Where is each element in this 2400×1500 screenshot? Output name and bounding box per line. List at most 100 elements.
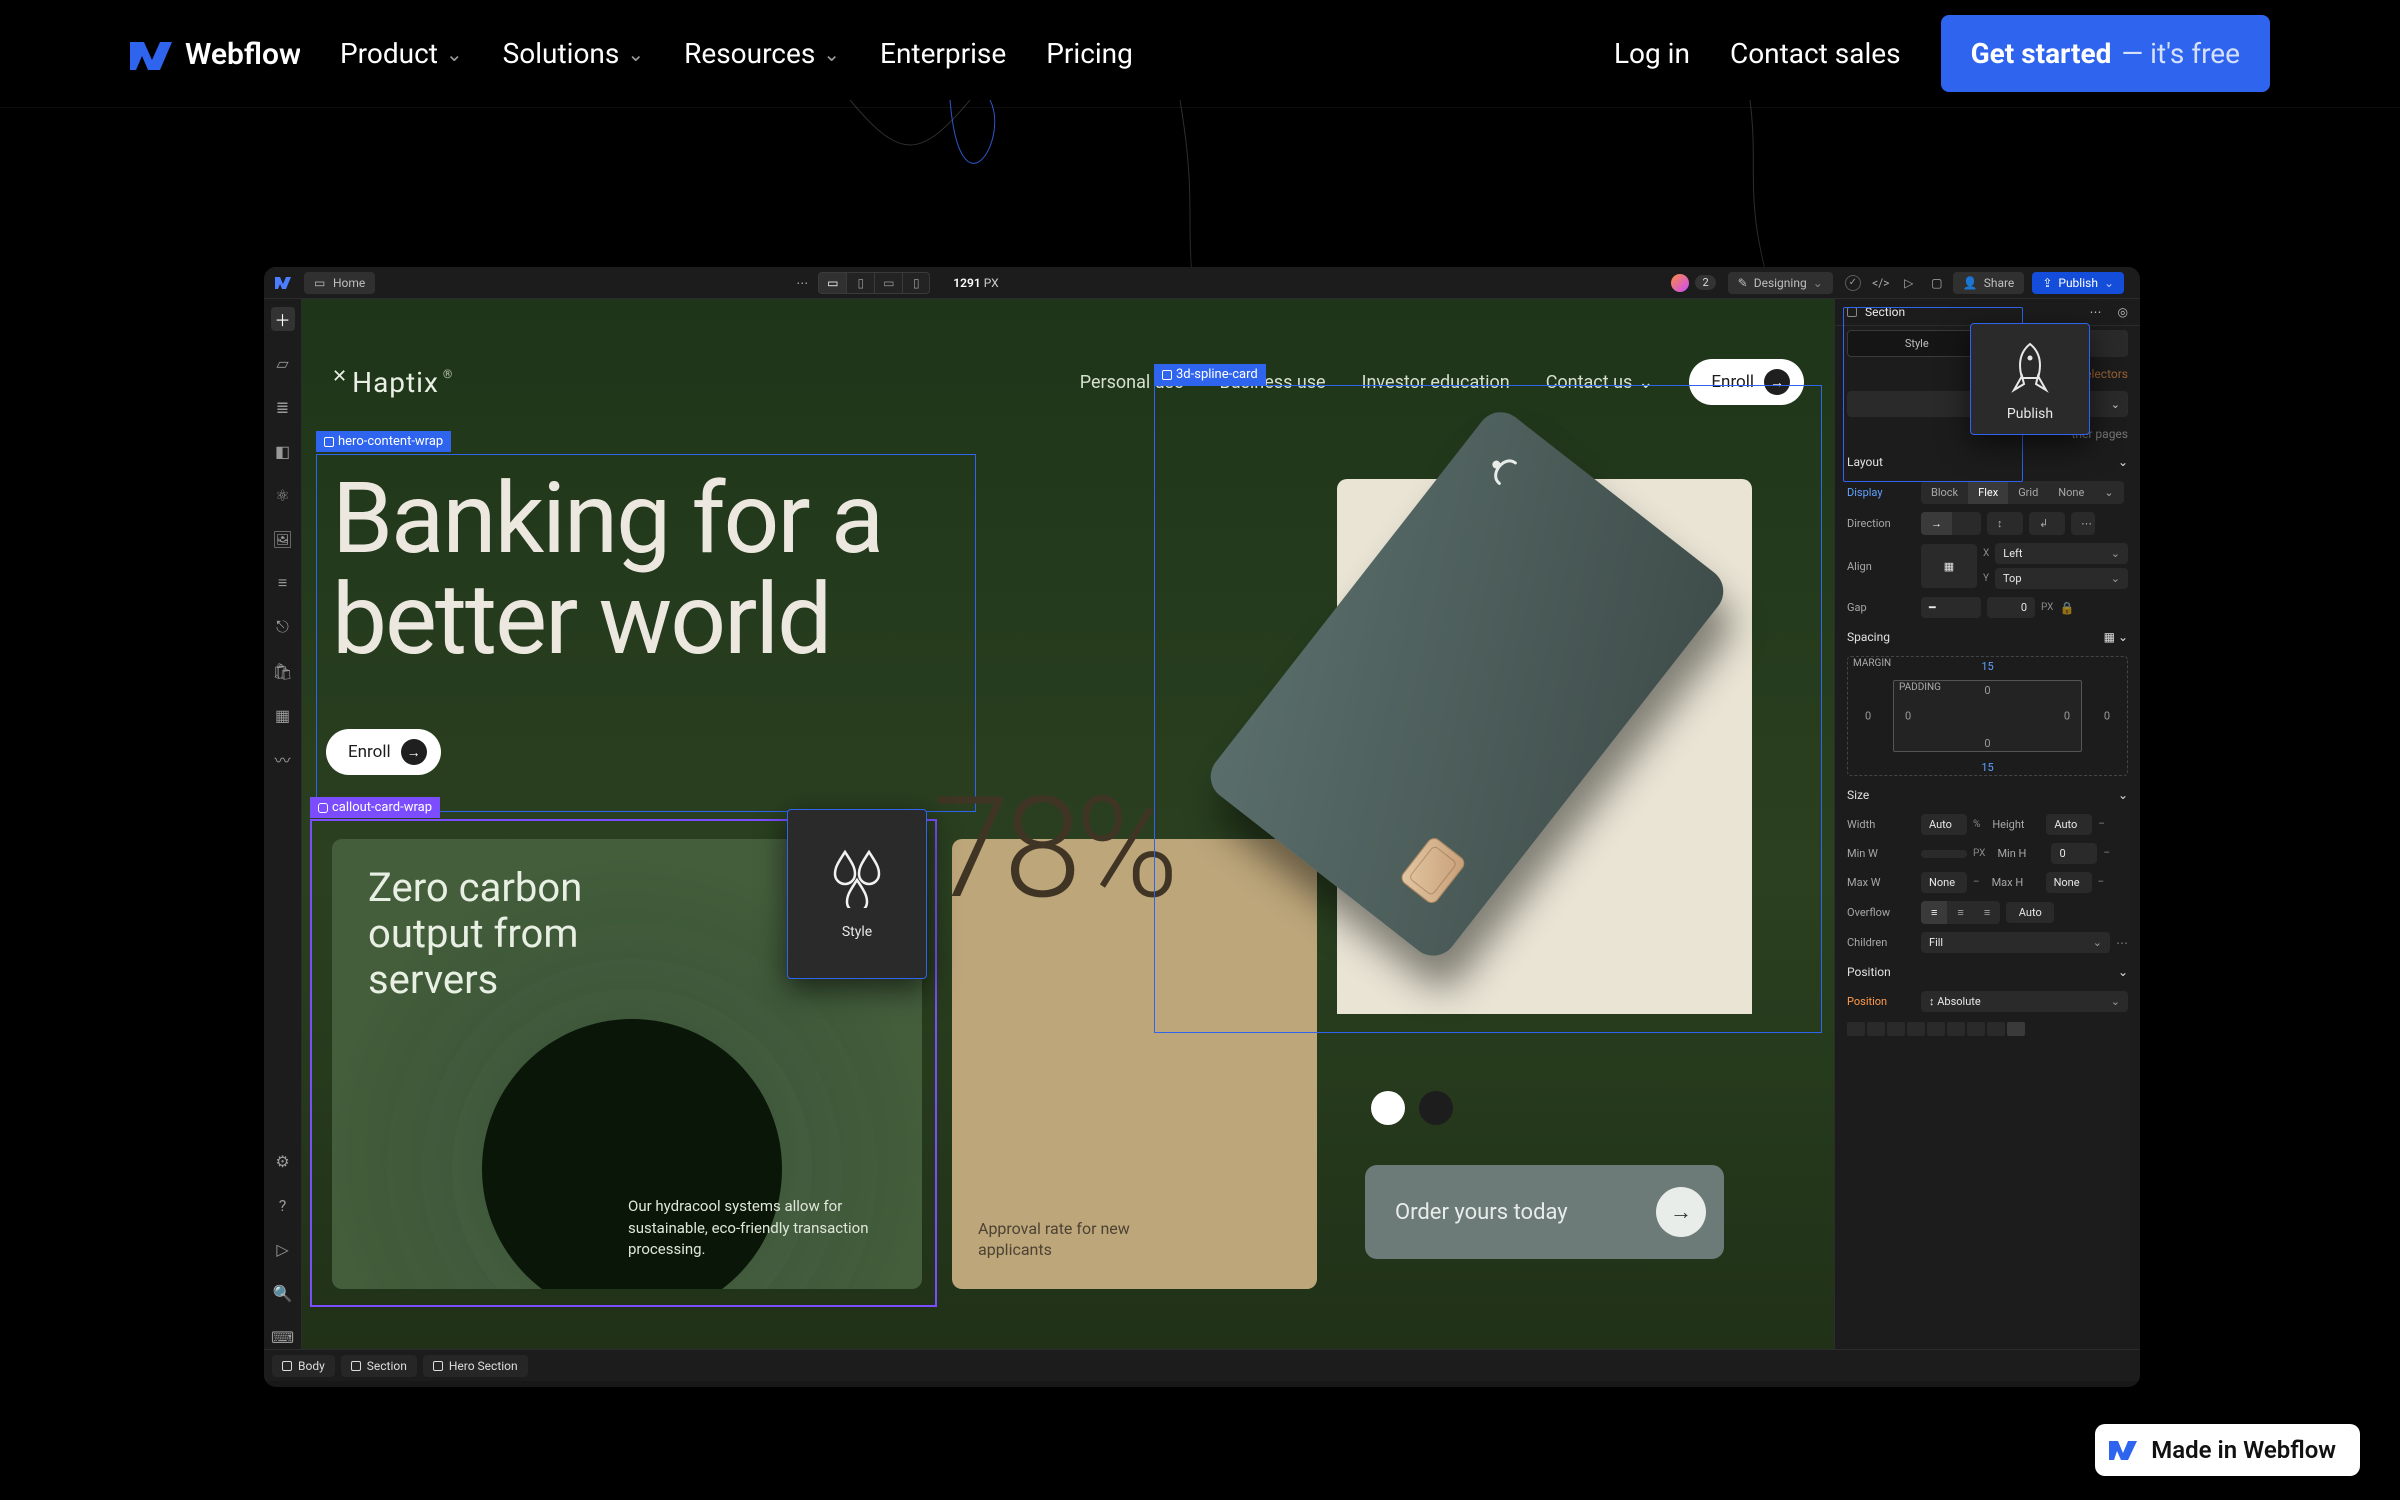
pos-preset[interactable]	[1927, 1022, 1945, 1036]
haptix-nav-investor[interactable]: Investor education	[1362, 372, 1510, 393]
audit-icon[interactable]: 〰	[271, 747, 295, 771]
pos-preset[interactable]	[1947, 1022, 1965, 1036]
enroll-button-top[interactable]: Enroll →	[1689, 359, 1804, 405]
order-cta-button[interactable]: Order yours today →	[1365, 1165, 1724, 1259]
share-button[interactable]: 👤 Share	[1953, 272, 2025, 294]
search-icon[interactable]: 🔍	[271, 1281, 295, 1305]
align-x[interactable]: Left ⌄	[1995, 543, 2128, 564]
add-icon[interactable]: ＋	[271, 307, 295, 331]
breadcrumb-hero[interactable]: Hero Section	[423, 1355, 528, 1377]
children-value[interactable]: Fill ⌄	[1921, 932, 2110, 953]
device-mobile-landscape-icon[interactable]: ▭	[874, 272, 902, 294]
spacing-mode-icon[interactable]: ▦	[2104, 630, 2115, 644]
apps-icon[interactable]: ▦	[271, 703, 295, 727]
pos-preset[interactable]	[1847, 1022, 1865, 1036]
device-mobile-icon[interactable]: ▯	[902, 272, 930, 294]
check-status-icon[interactable]: ✓	[1841, 272, 1865, 294]
pos-preset[interactable]	[1907, 1022, 1925, 1036]
contact-sales-link[interactable]: Contact sales	[1730, 37, 1901, 70]
ecommerce-icon[interactable]: 🛍	[271, 659, 295, 683]
pos-preset[interactable]	[1967, 1022, 1985, 1036]
collaborators[interactable]: 2	[1671, 274, 1715, 292]
gap-slider[interactable]: ━	[1921, 597, 1981, 618]
layout-section-header[interactable]: Layout⌄	[1835, 447, 2140, 477]
nav-item-product[interactable]: Product⌄	[340, 37, 463, 70]
mode-chip[interactable]: ✎ Designing ⌄	[1728, 272, 1833, 294]
settings-icon[interactable]: ⚙	[271, 1149, 295, 1173]
display-block[interactable]: Block	[1921, 481, 1968, 504]
cms-icon[interactable]: ≡	[271, 571, 295, 595]
more-icon[interactable]: ⋯	[2071, 512, 2095, 535]
keyboard-icon[interactable]: ⌨	[271, 1325, 295, 1349]
users-icon[interactable]: ⎋	[271, 615, 295, 639]
video-icon[interactable]: ▷	[271, 1237, 295, 1261]
pos-preset[interactable]	[1887, 1022, 1905, 1036]
gap-value[interactable]: 0	[1987, 597, 2035, 618]
tab-style[interactable]: Style	[1847, 330, 1987, 357]
pos-preset[interactable]	[2007, 1022, 2025, 1036]
width-value[interactable]: Auto	[1921, 814, 1967, 835]
hero-content-wrap-tag[interactable]: hero-content-wrap	[316, 431, 451, 452]
position-section-header[interactable]: Position⌄	[1835, 957, 2140, 987]
nav-item-enterprise[interactable]: Enterprise	[880, 37, 1006, 70]
breadcrumb-section[interactable]: Section	[341, 1355, 417, 1377]
brand-logo[interactable]: Webflow	[130, 34, 300, 74]
direction-row-icon[interactable]: →	[1921, 512, 1952, 535]
overflow-visible-icon[interactable]: ≡	[1921, 901, 1947, 924]
variables-icon[interactable]: ⚛	[271, 483, 295, 507]
components-icon[interactable]: ◧	[271, 439, 295, 463]
minw-value[interactable]	[1921, 850, 1967, 858]
enroll-button-hero[interactable]: Enroll →	[326, 729, 441, 775]
navigator-icon[interactable]: ≣	[271, 395, 295, 419]
help-icon[interactable]: ?	[271, 1193, 295, 1217]
maxh-value[interactable]: None	[2046, 872, 2092, 893]
maxw-value[interactable]: None	[1921, 872, 1967, 893]
spacing-section-header[interactable]: Spacing ▦ ⌄	[1835, 622, 2140, 652]
display-grid[interactable]: Grid	[2008, 481, 2048, 504]
breadcrumb-body[interactable]: Body	[272, 1355, 335, 1377]
pos-preset[interactable]	[1987, 1022, 2005, 1036]
spacing-box[interactable]: MARGIN PADDING 15 15 0 0 0 0 0 0	[1847, 656, 2128, 776]
spline-card-tag[interactable]: 3d-spline-card	[1154, 364, 1266, 385]
align-y[interactable]: Top ⌄	[1995, 568, 2128, 589]
haptix-brand[interactable]: ✕ Haptix ®	[332, 366, 453, 399]
home-chip[interactable]: ▭ Home	[304, 272, 375, 294]
minh-value[interactable]: 0	[2051, 843, 2097, 864]
overflow-auto[interactable]: Auto	[2006, 902, 2054, 923]
export-icon[interactable]: ▢	[1925, 272, 1949, 294]
more-icon[interactable]: ⋯	[2116, 936, 2128, 950]
code-icon[interactable]: </>	[1869, 272, 1893, 294]
preview-icon[interactable]: ▷	[1897, 272, 1921, 294]
login-link[interactable]: Log in	[1614, 37, 1690, 70]
pos-preset[interactable]	[1867, 1022, 1885, 1036]
align-grid[interactable]: ▦	[1921, 544, 1977, 588]
overflow-hidden-icon[interactable]: ≡	[1947, 901, 1973, 924]
wrap-icon[interactable]: ↲	[2029, 512, 2058, 535]
device-desktop-icon[interactable]: ▭	[818, 272, 846, 294]
more-icon[interactable]: ⋯	[790, 272, 814, 294]
justify-icon[interactable]: ↕	[1987, 512, 2013, 535]
display-more[interactable]: ⌄	[2094, 481, 2123, 504]
position-value[interactable]: ↕ Absolute ⌄	[1921, 991, 2128, 1012]
pages-icon[interactable]: ▱	[271, 351, 295, 375]
display-flex[interactable]: Flex	[1968, 481, 2008, 504]
nav-item-resources[interactable]: Resources⌄	[684, 37, 840, 70]
haptix-nav-contact[interactable]: Contact us ⌄	[1546, 372, 1654, 393]
swatch-white[interactable]	[1371, 1091, 1405, 1125]
more-icon[interactable]: ⋯	[2090, 305, 2102, 319]
assets-icon[interactable]: 🖼	[271, 527, 295, 551]
publish-button[interactable]: ⇪ Publish ⌄	[2032, 272, 2124, 294]
size-section-header[interactable]: Size⌄	[1835, 780, 2140, 810]
overflow-scroll-icon[interactable]: ≡	[1974, 901, 2000, 924]
device-tablet-icon[interactable]: ▯	[846, 272, 874, 294]
swatch-black[interactable]	[1419, 1091, 1453, 1125]
display-none[interactable]: None	[2048, 481, 2094, 504]
height-value[interactable]: Auto	[2046, 814, 2092, 835]
callout-card-wrap-tag[interactable]: callout-card-wrap	[310, 797, 440, 818]
target-icon[interactable]: ◎	[2118, 305, 2128, 319]
nav-item-solutions[interactable]: Solutions⌄	[503, 37, 644, 70]
nav-item-pricing[interactable]: Pricing	[1046, 37, 1133, 70]
lock-icon[interactable]: 🔒	[2059, 601, 2074, 615]
made-in-webflow-badge[interactable]: Made in Webflow	[2095, 1424, 2360, 1476]
webflow-w-icon[interactable]	[272, 271, 296, 295]
